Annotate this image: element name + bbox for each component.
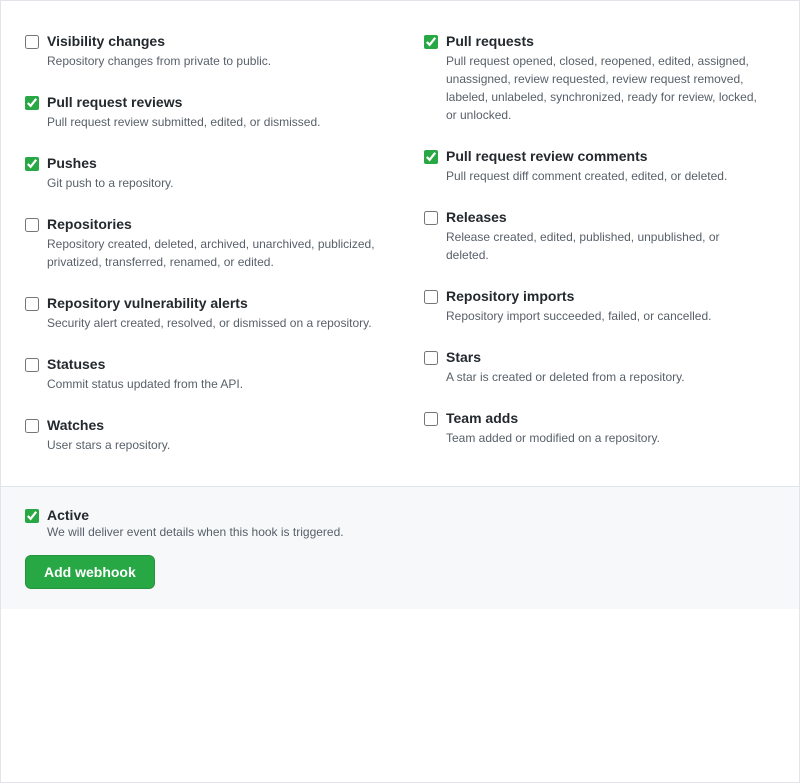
event-item-repository-imports: Repository imports Repository import suc… bbox=[400, 276, 775, 337]
event-item-pushes: Pushes Git push to a repository. bbox=[25, 143, 400, 204]
event-item-visibility-changes: Visibility changes Repository changes fr… bbox=[25, 21, 400, 82]
checkbox-wrap-stars bbox=[424, 351, 438, 365]
event-content-releases: Releases Release created, edited, publis… bbox=[446, 209, 759, 264]
event-content-repositories: Repositories Repository created, deleted… bbox=[47, 216, 384, 271]
active-label: Active bbox=[47, 507, 344, 523]
event-title-releases: Releases bbox=[446, 209, 759, 225]
checkbox-watches[interactable] bbox=[25, 419, 39, 433]
add-webhook-button[interactable]: Add webhook bbox=[25, 555, 155, 589]
checkbox-wrap-repositories bbox=[25, 218, 39, 232]
event-item-repository-vulnerability-alerts: Repository vulnerability alerts Security… bbox=[25, 283, 400, 344]
event-item-pull-request-reviews: Pull request reviews Pull request review… bbox=[25, 82, 400, 143]
event-content-repository-vulnerability-alerts: Repository vulnerability alerts Security… bbox=[47, 295, 384, 332]
event-desc-stars: A star is created or deleted from a repo… bbox=[446, 368, 759, 386]
event-desc-pull-request-reviews: Pull request review submitted, edited, o… bbox=[47, 113, 384, 131]
checkbox-pull-request-reviews[interactable] bbox=[25, 96, 39, 110]
event-title-stars: Stars bbox=[446, 349, 759, 365]
event-desc-watches: User stars a repository. bbox=[47, 436, 384, 454]
checkbox-wrap-team-adds bbox=[424, 412, 438, 426]
event-desc-pull-requests: Pull request opened, closed, reopened, e… bbox=[446, 52, 759, 124]
event-desc-statuses: Commit status updated from the API. bbox=[47, 375, 384, 393]
event-desc-repository-imports: Repository import succeeded, failed, or … bbox=[446, 307, 759, 325]
active-desc: We will deliver event details when this … bbox=[47, 525, 344, 539]
checkbox-wrap-pull-request-reviews bbox=[25, 96, 39, 110]
events-grid: Visibility changes Repository changes fr… bbox=[1, 1, 799, 486]
event-content-pushes: Pushes Git push to a repository. bbox=[47, 155, 384, 192]
event-desc-pushes: Git push to a repository. bbox=[47, 174, 384, 192]
event-item-team-adds: Team adds Team added or modified on a re… bbox=[400, 398, 775, 459]
event-item-repositories: Repositories Repository created, deleted… bbox=[25, 204, 400, 283]
event-title-repository-vulnerability-alerts: Repository vulnerability alerts bbox=[47, 295, 384, 311]
event-title-pull-requests: Pull requests bbox=[446, 33, 759, 49]
right-column: Pull requests Pull request opened, close… bbox=[400, 21, 775, 466]
checkbox-wrap-pull-request-review-comments bbox=[424, 150, 438, 164]
checkbox-statuses[interactable] bbox=[25, 358, 39, 372]
event-content-repository-imports: Repository imports Repository import suc… bbox=[446, 288, 759, 325]
event-item-stars: Stars A star is created or deleted from … bbox=[400, 337, 775, 398]
checkbox-wrap-statuses bbox=[25, 358, 39, 372]
checkbox-wrap-visibility-changes bbox=[25, 35, 39, 49]
event-desc-repository-vulnerability-alerts: Security alert created, resolved, or dis… bbox=[47, 314, 384, 332]
event-content-team-adds: Team adds Team added or modified on a re… bbox=[446, 410, 759, 447]
checkbox-pull-request-review-comments[interactable] bbox=[424, 150, 438, 164]
event-desc-visibility-changes: Repository changes from private to publi… bbox=[47, 52, 384, 70]
event-content-statuses: Statuses Commit status updated from the … bbox=[47, 356, 384, 393]
checkbox-wrap-repository-imports bbox=[424, 290, 438, 304]
event-content-watches: Watches User stars a repository. bbox=[47, 417, 384, 454]
checkbox-wrap-pull-requests bbox=[424, 35, 438, 49]
checkbox-pushes[interactable] bbox=[25, 157, 39, 171]
event-desc-team-adds: Team added or modified on a repository. bbox=[446, 429, 759, 447]
event-title-pull-request-review-comments: Pull request review comments bbox=[446, 148, 759, 164]
checkbox-repositories[interactable] bbox=[25, 218, 39, 232]
event-item-watches: Watches User stars a repository. bbox=[25, 405, 400, 466]
checkbox-pull-requests[interactable] bbox=[424, 35, 438, 49]
main-container: Visibility changes Repository changes fr… bbox=[0, 0, 800, 783]
event-desc-pull-request-review-comments: Pull request diff comment created, edite… bbox=[446, 167, 759, 185]
event-title-statuses: Statuses bbox=[47, 356, 384, 372]
event-title-pushes: Pushes bbox=[47, 155, 384, 171]
event-content-pull-requests: Pull requests Pull request opened, close… bbox=[446, 33, 759, 124]
event-item-pull-request-review-comments: Pull request review comments Pull reques… bbox=[400, 136, 775, 197]
active-row: Active We will deliver event details whe… bbox=[25, 507, 775, 539]
checkbox-repository-vulnerability-alerts[interactable] bbox=[25, 297, 39, 311]
checkbox-visibility-changes[interactable] bbox=[25, 35, 39, 49]
event-item-statuses: Statuses Commit status updated from the … bbox=[25, 344, 400, 405]
checkbox-team-adds[interactable] bbox=[424, 412, 438, 426]
checkbox-releases[interactable] bbox=[424, 211, 438, 225]
event-desc-repositories: Repository created, deleted, archived, u… bbox=[47, 235, 384, 271]
checkbox-wrap-pushes bbox=[25, 157, 39, 171]
checkbox-wrap-watches bbox=[25, 419, 39, 433]
event-title-team-adds: Team adds bbox=[446, 410, 759, 426]
event-title-repositories: Repositories bbox=[47, 216, 384, 232]
left-column: Visibility changes Repository changes fr… bbox=[25, 21, 400, 466]
event-item-pull-requests: Pull requests Pull request opened, close… bbox=[400, 21, 775, 136]
checkbox-wrap-releases bbox=[424, 211, 438, 225]
active-checkbox[interactable] bbox=[25, 509, 39, 523]
event-content-visibility-changes: Visibility changes Repository changes fr… bbox=[47, 33, 384, 70]
event-content-stars: Stars A star is created or deleted from … bbox=[446, 349, 759, 386]
footer-section: Active We will deliver event details whe… bbox=[1, 486, 799, 609]
checkbox-stars[interactable] bbox=[424, 351, 438, 365]
checkbox-wrap-repository-vulnerability-alerts bbox=[25, 297, 39, 311]
event-content-pull-request-review-comments: Pull request review comments Pull reques… bbox=[446, 148, 759, 185]
active-content: Active We will deliver event details whe… bbox=[47, 507, 344, 539]
checkbox-repository-imports[interactable] bbox=[424, 290, 438, 304]
event-title-pull-request-reviews: Pull request reviews bbox=[47, 94, 384, 110]
event-desc-releases: Release created, edited, published, unpu… bbox=[446, 228, 759, 264]
event-title-visibility-changes: Visibility changes bbox=[47, 33, 384, 49]
event-title-repository-imports: Repository imports bbox=[446, 288, 759, 304]
event-title-watches: Watches bbox=[47, 417, 384, 433]
event-content-pull-request-reviews: Pull request reviews Pull request review… bbox=[47, 94, 384, 131]
event-item-releases: Releases Release created, edited, publis… bbox=[400, 197, 775, 276]
